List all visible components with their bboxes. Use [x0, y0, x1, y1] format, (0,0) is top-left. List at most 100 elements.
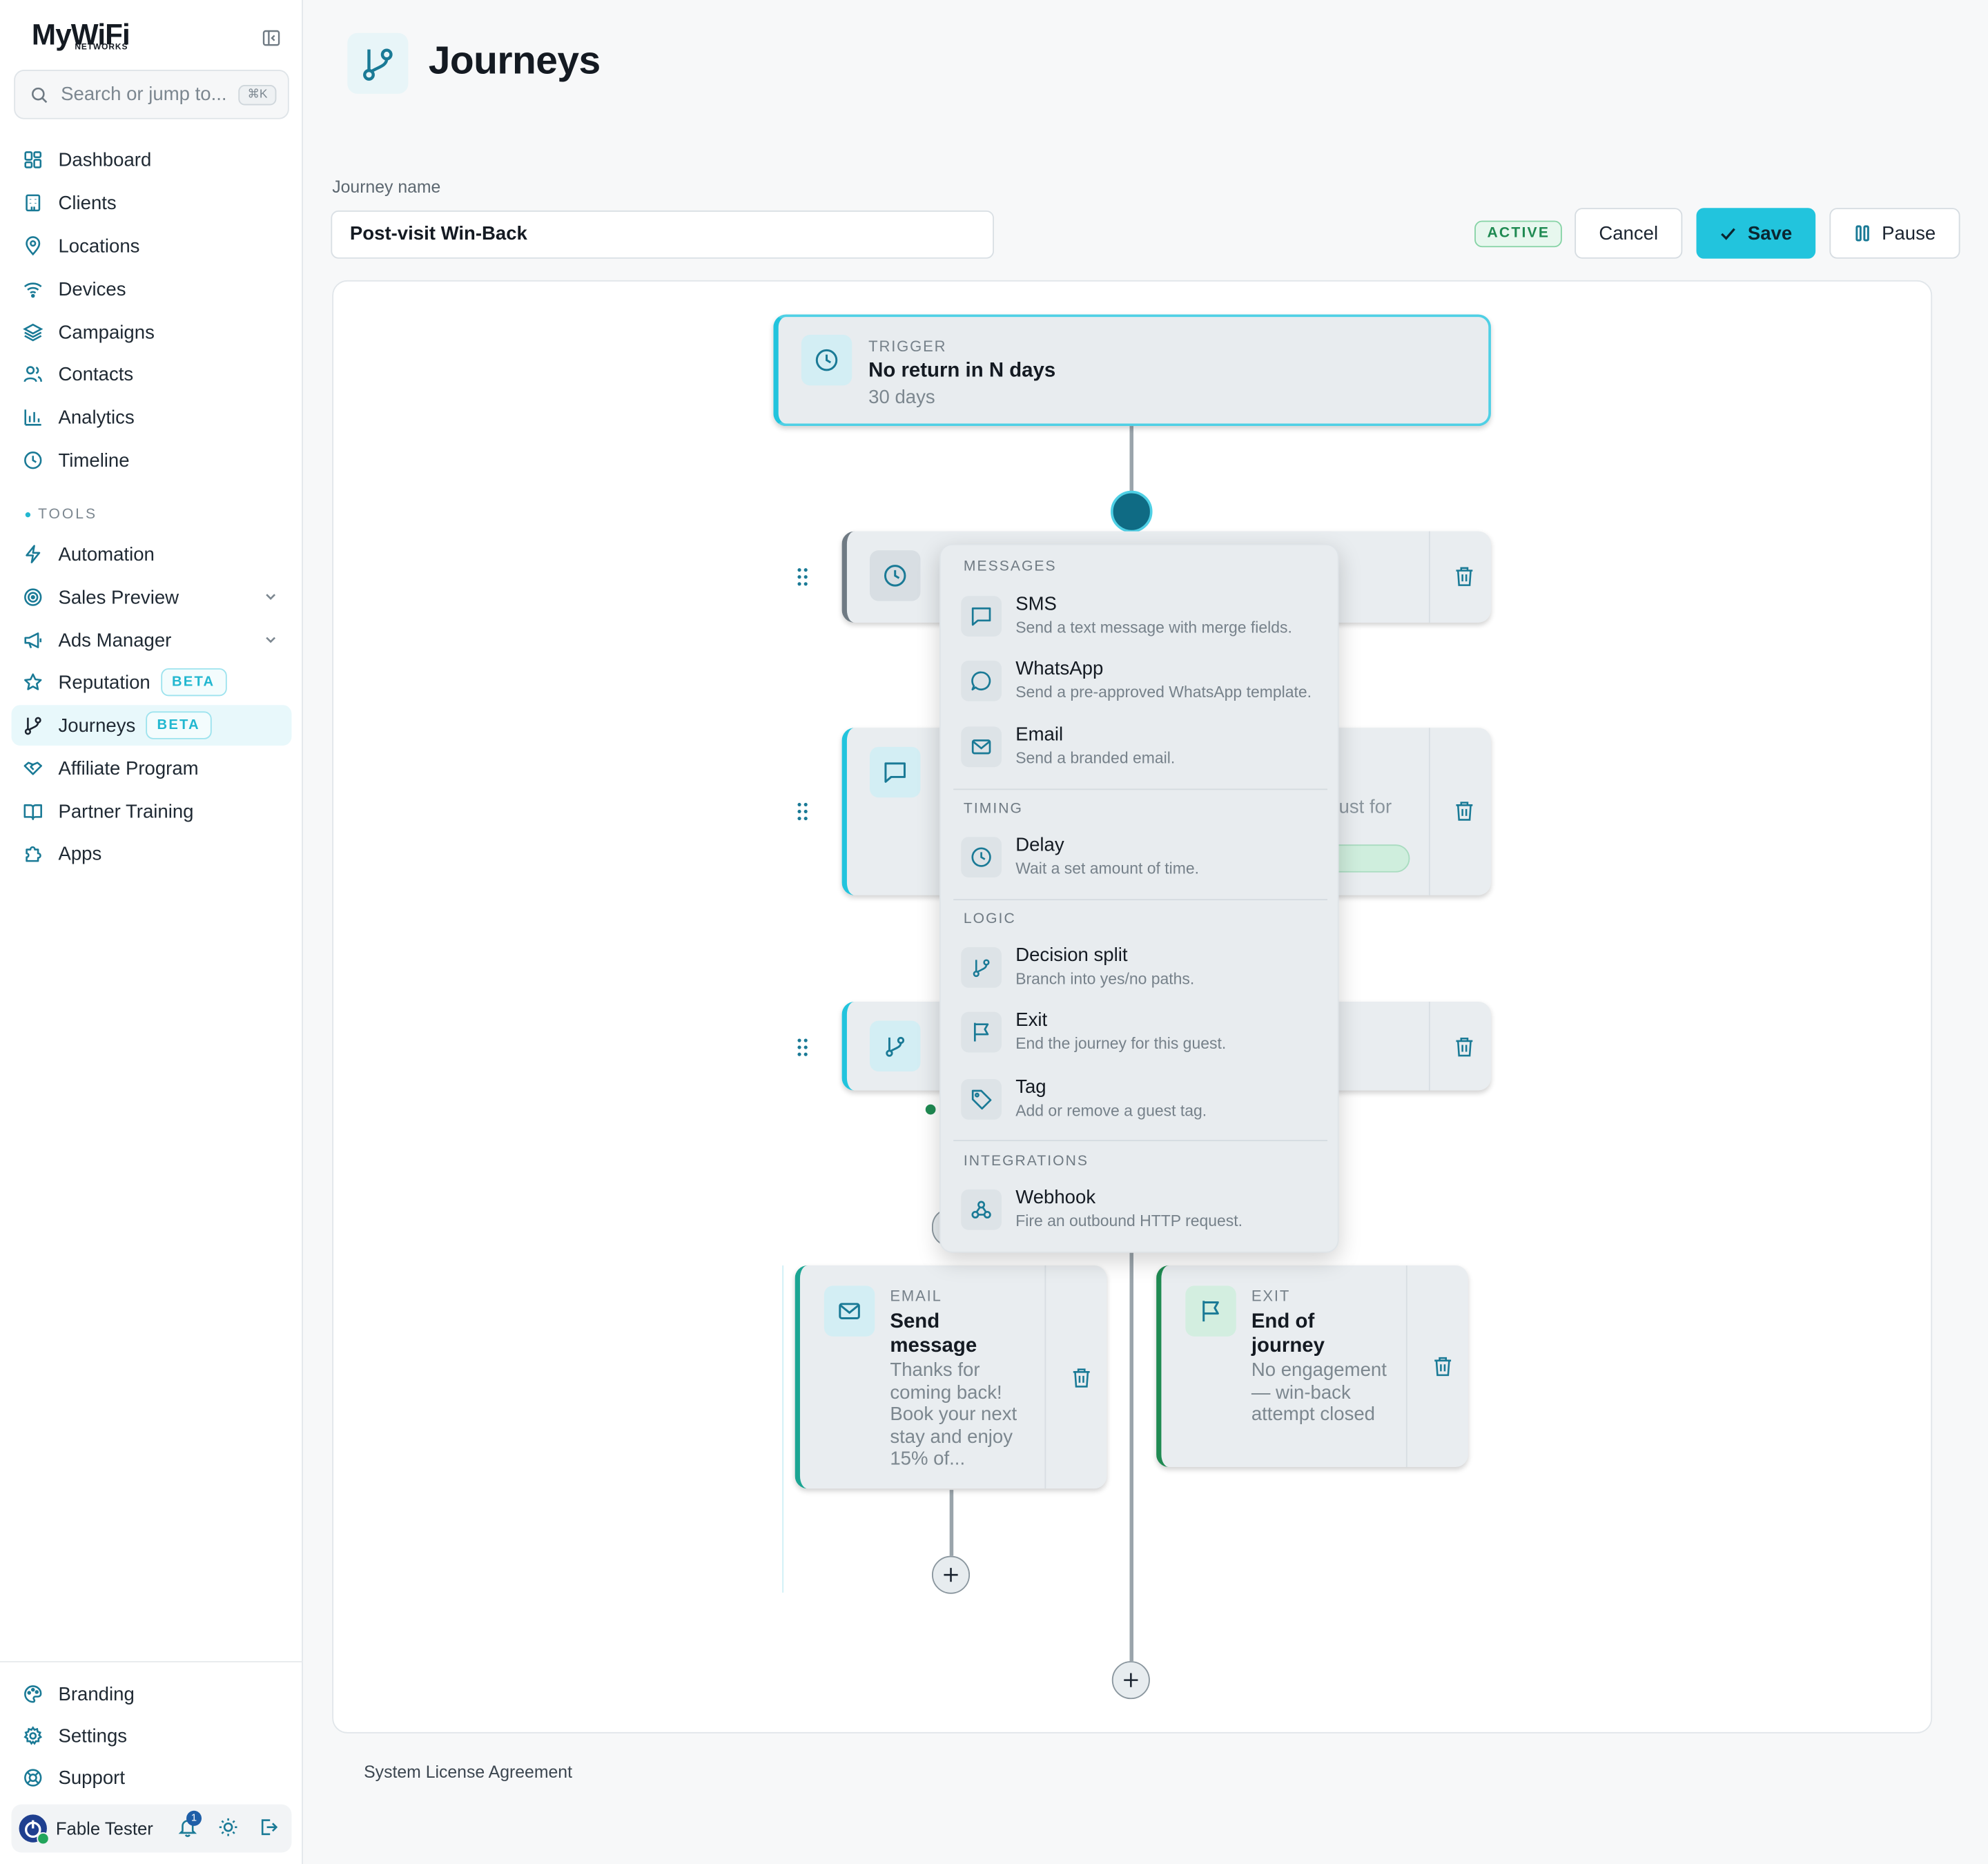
connector-line [1129, 1252, 1134, 1662]
search-input[interactable]: Search or jump to... ⌘K [14, 70, 289, 119]
branch-icon [973, 959, 990, 978]
trigger-node[interactable]: TRIGGER No return in N days 30 days [773, 314, 1491, 427]
exit-node-title: End of journey [1251, 1311, 1325, 1357]
sidebar-item-settings[interactable]: Settings [12, 1716, 292, 1756]
menu-item-webhook[interactable]: Webhook Fire an outbound HTTP request. [961, 1187, 1329, 1243]
email-node-label: EMAIL [890, 1287, 942, 1305]
layers-icon [23, 323, 43, 342]
sidebar-item-devices[interactable]: Devices [12, 269, 292, 309]
sms-node-text: ust for [1338, 796, 1392, 818]
chevron-down-icon[interactable] [262, 588, 279, 605]
search-placeholder: Search or jump to... [61, 84, 227, 106]
notifications-button[interactable]: 1 [177, 1810, 202, 1837]
sidebar-item-affiliate-program[interactable]: Affiliate Program [12, 748, 292, 789]
save-button[interactable]: Save [1696, 208, 1816, 259]
logout-icon[interactable] [259, 1817, 279, 1837]
users-icon [23, 366, 42, 382]
megaphone-icon [24, 632, 42, 649]
sidebar-item-apps[interactable]: Apps [12, 833, 292, 874]
pause-label: Pause [1882, 222, 1936, 244]
save-label: Save [1747, 222, 1793, 244]
cancel-button[interactable]: Cancel [1575, 208, 1683, 259]
menu-item-title: Decision split [1015, 944, 1128, 967]
lifebuoy-icon [24, 1769, 42, 1787]
avatar[interactable] [19, 1814, 50, 1845]
sidebar-item-analytics[interactable]: Analytics [12, 397, 292, 438]
menu-item-title: Webhook [1015, 1187, 1096, 1209]
sidebar-item-label: Devices [58, 278, 126, 300]
menu-separator [953, 1140, 1328, 1142]
brand-logo[interactable]: MyWiFi NETWORKS [32, 18, 130, 56]
journey-name-input[interactable]: Post-visit Win-Back [331, 210, 994, 259]
sidebar-item-automation[interactable]: Automation [12, 534, 292, 574]
decision-icon-box [869, 1020, 921, 1072]
drag-handle-icon[interactable] [796, 802, 808, 822]
pause-button[interactable]: Pause [1829, 208, 1960, 259]
yes-branch-dot [925, 1104, 936, 1115]
sidebar-item-locations[interactable]: Locations [12, 226, 292, 266]
sidebar-item-label: Apps [58, 842, 102, 864]
add-step-button[interactable] [931, 1555, 971, 1594]
sidebar-item-support[interactable]: Support [12, 1758, 292, 1798]
sidebar-item-partner-training[interactable]: Partner Training [12, 791, 292, 832]
exit-node[interactable]: EXIT End of journey No engagement — win-… [1156, 1265, 1468, 1468]
plus-icon [1124, 1673, 1138, 1687]
sidebar-divider [0, 1661, 303, 1662]
menu-item-decision-split[interactable]: Decision split Branch into yes/no paths. [961, 944, 1329, 1000]
menu-item-whatsapp[interactable]: WhatsApp Send a pre-approved WhatsApp te… [961, 658, 1329, 714]
delete-icon[interactable] [1454, 800, 1474, 822]
trigger-sub: 30 days [868, 387, 935, 409]
trigger-label: TRIGGER [868, 337, 947, 356]
power-icon [24, 1820, 41, 1838]
drag-handle-icon[interactable] [796, 567, 808, 587]
email-node[interactable]: EMAIL Send message Thanks for coming bac… [795, 1265, 1107, 1489]
bar-chart-icon [24, 409, 41, 426]
menu-item-tag[interactable]: Tag Add or remove a guest tag. [961, 1076, 1329, 1132]
menu-item-desc: Send a pre-approved WhatsApp template. [1015, 683, 1312, 701]
collapse-sidebar-icon[interactable] [261, 28, 281, 48]
menu-item-title: Tag [1015, 1076, 1046, 1098]
sidebar-item-sales-preview[interactable]: Sales Preview [12, 577, 292, 618]
exit-node-label: EXIT [1251, 1287, 1291, 1305]
search-shortcut: ⌘K [238, 85, 277, 106]
handshake-icon [23, 761, 42, 775]
chevron-down-icon[interactable] [262, 632, 279, 648]
flag-icon [973, 1022, 989, 1042]
delete-icon[interactable] [1071, 1367, 1091, 1388]
user-name: Fable Tester [55, 1818, 153, 1839]
webhook-icon [971, 1201, 991, 1219]
delete-icon[interactable] [1432, 1355, 1452, 1377]
menu-item-title: SMS [1015, 593, 1057, 615]
add-step-handle[interactable] [1110, 490, 1153, 533]
drag-handle-icon[interactable] [796, 1037, 808, 1057]
sidebar-item-timeline[interactable]: Timeline [12, 440, 292, 480]
sidebar-item-dashboard[interactable]: Dashboard [12, 139, 292, 180]
sidebar-item-branding[interactable]: Branding [12, 1673, 292, 1714]
menu-item-email[interactable]: Email Send a branded email. [961, 724, 1329, 780]
sidebar-item-reputation[interactable]: Reputation BETA [12, 662, 292, 703]
delete-icon[interactable] [1454, 1036, 1474, 1058]
tag-icon [971, 1089, 992, 1110]
sidebar-item-clients[interactable]: Clients [12, 182, 292, 223]
delete-icon[interactable] [1454, 565, 1474, 587]
menu-item-sms[interactable]: SMS Send a text message with merge field… [961, 594, 1329, 650]
sidebar-item-journeys[interactable]: Journeys BETA [11, 705, 292, 746]
sidebar-item-label: Automation [58, 543, 155, 565]
delay-icon-box [869, 550, 921, 601]
branch-icon [363, 48, 393, 81]
map-pin-icon [26, 236, 41, 256]
mail-icon [971, 739, 991, 755]
menu-item-delay[interactable]: Delay Wait a set amount of time. [961, 835, 1329, 891]
logo-sub: NETWORKS [75, 43, 128, 52]
menu-item-exit[interactable]: Exit End the journey for this guest. [961, 1009, 1329, 1065]
mail-icon [839, 1303, 860, 1319]
sun-icon[interactable] [218, 1817, 238, 1837]
sidebar-item-ads-manager[interactable]: Ads Manager [12, 620, 292, 661]
license-link[interactable]: System License Agreement [364, 1763, 572, 1782]
sidebar-item-contacts[interactable]: Contacts [12, 353, 292, 394]
menu-item-desc: Send a text message with merge fields. [1015, 619, 1292, 637]
sidebar-item-label: Partner Training [58, 800, 194, 823]
add-step-button[interactable] [1111, 1661, 1150, 1700]
sidebar-item-campaigns[interactable]: Campaigns [12, 312, 292, 353]
sidebar-item-label: Sales Preview [58, 586, 179, 608]
